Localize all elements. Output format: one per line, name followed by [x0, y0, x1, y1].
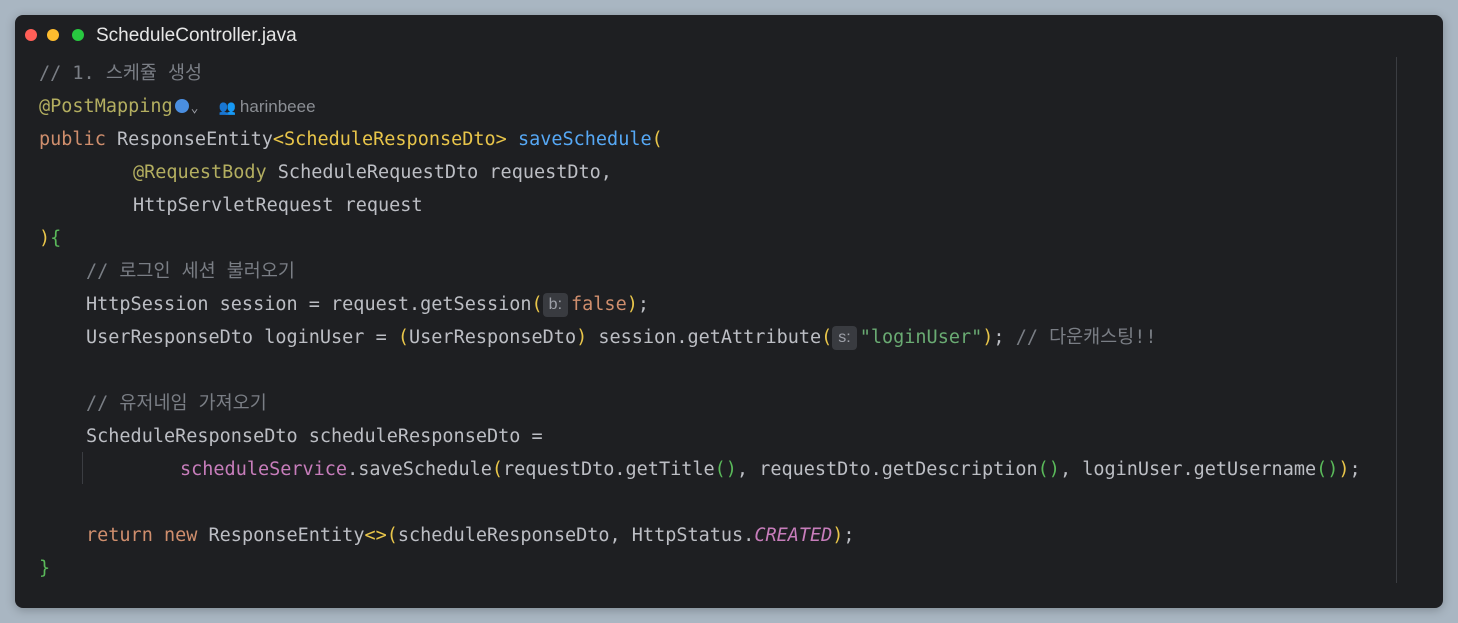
code-text: HttpSession session = request.getSession [86, 294, 532, 315]
paren: ) [626, 294, 638, 315]
code-line-9: UserResponseDto loginUser = (UserRespons… [86, 321, 1156, 354]
brace: { [50, 228, 62, 249]
paren: ( [531, 294, 543, 315]
annotation: @PostMapping [39, 96, 173, 117]
author-hint[interactable]: harinbeee [240, 97, 316, 116]
code-line-12: ScheduleResponseDto scheduleResponseDto … [86, 420, 543, 453]
code-line-3: public ResponseEntity<ScheduleResponseDt… [39, 123, 663, 156]
code-line-1: // 1. 스케쥴 생성 [39, 57, 202, 90]
comment: // 다운캐스팅!! [1015, 327, 1157, 348]
code-line-5: HttpServletRequest request [133, 189, 423, 222]
code-text: scheduleResponseDto, HttpStatus. [397, 525, 755, 546]
paren: ( [491, 459, 504, 480]
paren: () [714, 459, 737, 480]
paren: () [1037, 459, 1060, 480]
code-line-11: // 유저네임 가져오기 [86, 387, 267, 420]
method-name: saveSchedule [517, 129, 652, 150]
keyword: new [152, 525, 198, 546]
diamond-operator: <> [364, 525, 387, 546]
semicolon: ; [1349, 459, 1361, 480]
param-hint: s: [832, 326, 857, 350]
paren: ( [386, 525, 398, 546]
person-icon: 👥 [218, 100, 236, 116]
maximize-window-button[interactable] [72, 29, 84, 41]
code-line-13: scheduleService.saveSchedule(requestDto.… [180, 453, 1361, 486]
keyword: public [39, 129, 106, 150]
generic-bracket: <ScheduleResponseDto> [272, 129, 507, 150]
semicolon: ; [843, 525, 855, 546]
globe-icon[interactable] [174, 99, 189, 113]
title-bar: ScheduleController.java [15, 15, 1443, 55]
method-call: .saveSchedule [347, 459, 492, 480]
code-text: HttpServletRequest request [133, 195, 423, 216]
paren: ) [576, 327, 588, 348]
string-literal: "loginUser" [859, 327, 983, 348]
code-text: requestDto.getTitle [503, 459, 715, 480]
code-line-2: @PostMapping ⌄ 👥 harinbeee [39, 90, 316, 123]
type: ResponseEntity [197, 525, 365, 546]
code-line-15: return new ResponseEntity<>(scheduleResp… [86, 519, 855, 552]
paren: ) [832, 525, 844, 546]
paren: ) [982, 327, 994, 348]
enum-constant: CREATED [754, 525, 833, 546]
comment: // 1. 스케쥴 생성 [39, 63, 203, 84]
code-line-16: } [39, 552, 50, 585]
semicolon: ; [993, 327, 1016, 348]
type: ResponseEntity [105, 129, 273, 150]
editor-window: ScheduleController.java // 1. 스케쥴 생성 @Po… [15, 15, 1443, 608]
paren: () [1316, 459, 1339, 480]
paren: ( [651, 129, 663, 150]
code-line-4: @RequestBody ScheduleRequestDto requestD… [133, 156, 612, 189]
chevron-down-icon[interactable]: ⌄ [191, 101, 199, 116]
code-text: ScheduleRequestDto requestDto, [266, 162, 612, 183]
field-reference: scheduleService [180, 459, 348, 480]
code-line-6: ){ [39, 222, 61, 255]
close-window-button[interactable] [25, 29, 37, 41]
code-text: session.getAttribute [587, 327, 822, 348]
comment: // 유저네임 가져오기 [86, 393, 267, 414]
indent-guide [82, 452, 83, 484]
keyword: false [571, 294, 627, 315]
paren: ( [821, 327, 833, 348]
code-text: ScheduleResponseDto scheduleResponseDto … [86, 426, 543, 447]
keyword: return [86, 525, 153, 546]
cast-type: UserResponseDto [409, 327, 577, 348]
code-text: UserResponseDto loginUser = [86, 327, 398, 348]
semicolon: ; [637, 294, 649, 315]
comment: // 로그인 세션 불러오기 [86, 261, 295, 282]
code-text: , loginUser.getUsername [1059, 459, 1317, 480]
file-title: ScheduleController.java [96, 25, 297, 46]
paren: ) [39, 228, 51, 249]
code-text: , requestDto.getDescription [736, 459, 1038, 480]
code-line-7: // 로그인 세션 불러오기 [86, 255, 295, 288]
code-line-8: HttpSession session = request.getSession… [86, 288, 649, 321]
paren: ) [1338, 459, 1350, 480]
paren: ( [397, 327, 410, 348]
brace: } [39, 558, 51, 579]
annotation: @RequestBody [133, 162, 267, 183]
right-margin-guide [1396, 57, 1397, 583]
minimize-window-button[interactable] [47, 29, 59, 41]
param-hint: b: [542, 293, 569, 317]
